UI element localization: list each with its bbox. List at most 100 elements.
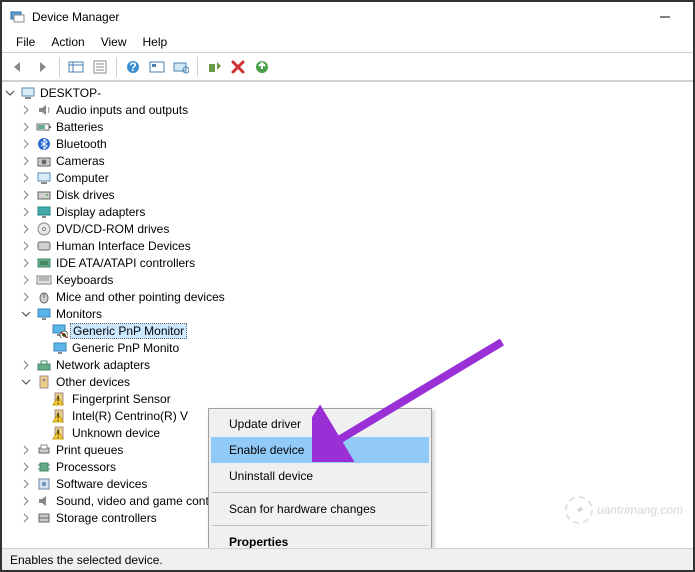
ide-icon [36, 255, 52, 271]
ctx-properties[interactable]: Properties [211, 529, 429, 548]
expand-icon[interactable] [18, 187, 34, 203]
bluetooth-icon [36, 136, 52, 152]
tree-label: Intel(R) Centrino(R) V [70, 409, 190, 423]
software-icon [36, 476, 52, 492]
tree-other-item[interactable]: !Fingerprint Sensor [2, 390, 693, 407]
collapse-icon[interactable] [18, 306, 34, 322]
tree-label: Display adapters [54, 205, 147, 219]
tree-monitor-item[interactable]: Generic PnP Monitor [2, 322, 693, 339]
watermark: ✦ uantrimang.com [565, 496, 683, 524]
menu-file[interactable]: File [8, 33, 43, 51]
tree-item[interactable]: Display adapters [2, 203, 693, 220]
tree-label: Generic PnP Monito [70, 341, 181, 355]
ctx-update-driver[interactable]: Update driver [211, 411, 429, 437]
tree-pane[interactable]: DESKTOP-Audio inputs and outputsBatterie… [2, 81, 693, 548]
expand-icon[interactable] [18, 170, 34, 186]
menubar: File Action View Help [2, 32, 693, 52]
warning-icon: ! [52, 425, 68, 441]
menu-action[interactable]: Action [43, 33, 92, 51]
context-menu: Update driver Enable device Uninstall de… [208, 408, 432, 548]
tree-label: Disk drives [54, 188, 117, 202]
tree-label: Human Interface Devices [54, 239, 193, 253]
display-icon [36, 204, 52, 220]
computer-icon [36, 170, 52, 186]
tree-item[interactable]: Human Interface Devices [2, 237, 693, 254]
tree-item[interactable]: Audio inputs and outputs [2, 101, 693, 118]
expand-icon[interactable] [18, 255, 34, 271]
tree-other[interactable]: Other devices [2, 373, 693, 390]
expand-icon[interactable] [18, 119, 34, 135]
tree-item[interactable]: Mice and other pointing devices [2, 288, 693, 305]
dvd-icon [36, 221, 52, 237]
tree-root[interactable]: DESKTOP- [2, 84, 693, 101]
expand-icon[interactable] [18, 102, 34, 118]
tree-label: DVD/CD-ROM drives [54, 222, 171, 236]
keyboard-icon [36, 272, 52, 288]
tree-label: Processors [54, 460, 118, 474]
expand-icon[interactable] [18, 289, 34, 305]
tree-label: Monitors [54, 307, 104, 321]
tree-item[interactable]: DVD/CD-ROM drives [2, 220, 693, 237]
show-hidden-button[interactable] [65, 56, 87, 78]
expand-icon[interactable] [18, 153, 34, 169]
expand-icon[interactable] [18, 272, 34, 288]
tree-label: Software devices [54, 477, 149, 491]
tree-label: Computer [54, 171, 111, 185]
svg-text:?: ? [129, 60, 136, 74]
action-button[interactable] [146, 56, 168, 78]
window-title: Device Manager [32, 10, 645, 24]
tree-label: Mice and other pointing devices [54, 290, 227, 304]
properties-button[interactable] [89, 56, 111, 78]
tree-monitors[interactable]: Monitors [2, 305, 693, 322]
collapse-icon[interactable] [2, 85, 18, 101]
expand-icon[interactable] [18, 136, 34, 152]
audio-icon [36, 102, 52, 118]
tree-label: Unknown device [70, 426, 162, 440]
tree-item[interactable]: Disk drives [2, 186, 693, 203]
ctx-scan-hardware[interactable]: Scan for hardware changes [211, 496, 429, 522]
enable-button[interactable] [203, 56, 225, 78]
expand-icon[interactable] [18, 476, 34, 492]
expand-icon[interactable] [18, 204, 34, 220]
expand-icon[interactable] [18, 221, 34, 237]
back-button[interactable] [8, 56, 30, 78]
network-icon [36, 357, 52, 373]
expand-icon[interactable] [18, 238, 34, 254]
collapse-icon[interactable] [18, 374, 34, 390]
tree-item[interactable]: Computer [2, 169, 693, 186]
expand-icon[interactable] [18, 493, 34, 509]
tree-monitor-item[interactable]: Generic PnP Monito [2, 339, 693, 356]
monitor-icon [52, 340, 68, 356]
ctx-uninstall-device[interactable]: Uninstall device [211, 463, 429, 489]
svg-text:!: ! [56, 410, 59, 423]
expand-icon[interactable] [18, 442, 34, 458]
scan-button[interactable] [170, 56, 192, 78]
warning-icon: ! [52, 391, 68, 407]
svg-text:!: ! [56, 393, 59, 406]
tree-label: Print queues [54, 443, 125, 457]
uninstall-button[interactable] [227, 56, 249, 78]
tree-item[interactable]: Batteries [2, 118, 693, 135]
expand-icon[interactable] [18, 357, 34, 373]
update-button[interactable] [251, 56, 273, 78]
minimize-button[interactable] [645, 3, 685, 31]
expand-icon[interactable] [18, 510, 34, 526]
statusbar: Enables the selected device. [2, 548, 693, 570]
forward-button[interactable] [32, 56, 54, 78]
tree-item[interactable]: Cameras [2, 152, 693, 169]
tree-item[interactable]: Keyboards [2, 271, 693, 288]
tree-item[interactable]: IDE ATA/ATAPI controllers [2, 254, 693, 271]
ctx-enable-device[interactable]: Enable device [211, 437, 429, 463]
svg-text:!: ! [56, 427, 59, 440]
tree-label: Bluetooth [54, 137, 109, 151]
tree-item[interactable]: Bluetooth [2, 135, 693, 152]
tree-item[interactable]: Network adapters [2, 356, 693, 373]
tree-label: IDE ATA/ATAPI controllers [54, 256, 197, 270]
expand-icon[interactable] [18, 459, 34, 475]
watermark-icon: ✦ [565, 496, 593, 524]
tree-label: Other devices [54, 375, 132, 389]
help-button[interactable]: ? [122, 56, 144, 78]
processor-icon [36, 459, 52, 475]
menu-help[interactable]: Help [135, 33, 176, 51]
menu-view[interactable]: View [93, 33, 135, 51]
